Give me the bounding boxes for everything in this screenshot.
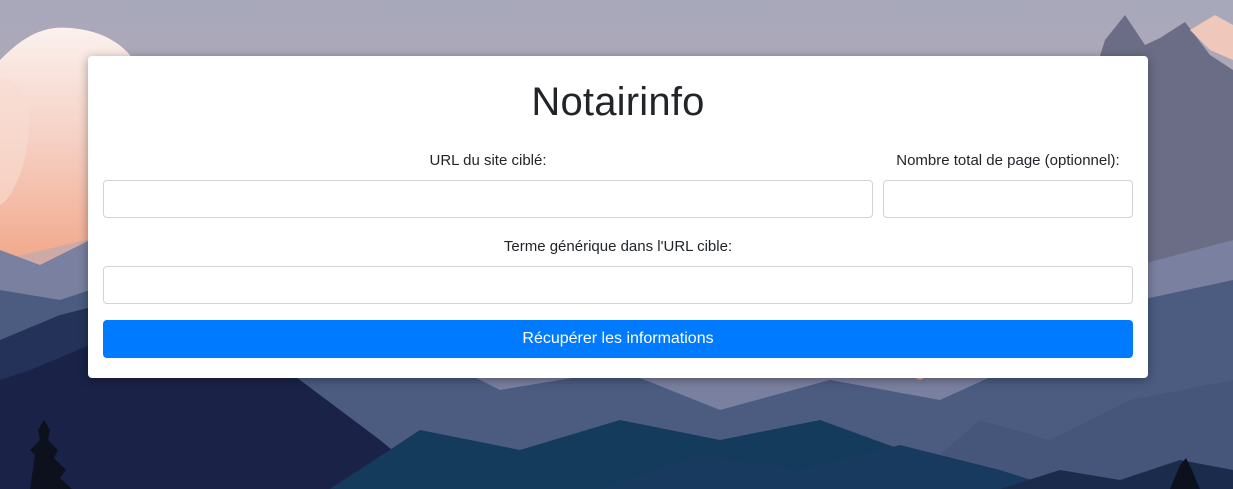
term-input[interactable] [103,266,1133,304]
pages-label: Nombre total de page (optionnel): [896,152,1120,169]
url-input[interactable] [103,180,873,218]
form-card: Notairinfo URL du site ciblé: Nombre tot… [88,56,1148,378]
term-label: Terme générique dans l'URL cible: [503,238,733,255]
page-title: Notairinfo [531,80,705,124]
submit-button[interactable]: Récupérer les informations [103,320,1133,358]
url-label: URL du site ciblé: [429,152,547,169]
pages-input[interactable] [883,180,1133,218]
